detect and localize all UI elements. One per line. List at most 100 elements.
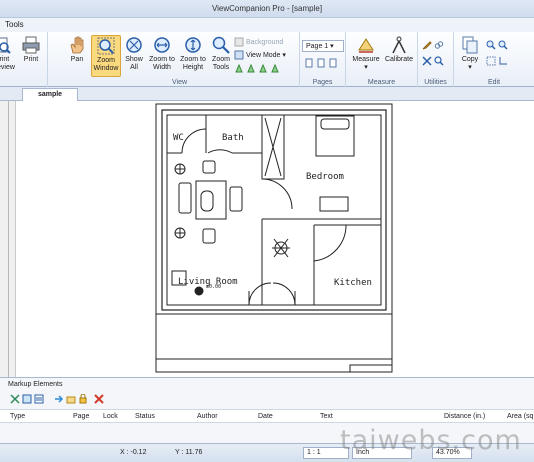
title-bar: ViewCompanion Pro - [sample] bbox=[0, 0, 534, 18]
markup-tools-icon[interactable] bbox=[10, 394, 20, 404]
zoom-window-icon bbox=[97, 37, 115, 55]
column-lock[interactable]: Lock bbox=[103, 413, 118, 420]
column-author[interactable]: Author bbox=[197, 413, 218, 420]
markup-delete-icon[interactable] bbox=[94, 394, 104, 404]
room-label-bath: Bath bbox=[222, 133, 244, 143]
chair-top bbox=[202, 160, 216, 174]
pan-button[interactable]: Pan bbox=[64, 35, 90, 64]
zoom-tools-button[interactable]: Zoom Tools bbox=[209, 35, 233, 72]
x-coordinate: X : -0.12 bbox=[120, 449, 147, 456]
print-preview-label: Print Preview bbox=[0, 56, 15, 71]
sofa-left bbox=[178, 182, 192, 214]
column-page[interactable]: Page bbox=[73, 413, 89, 420]
edit-row-1 bbox=[486, 40, 508, 50]
column-area[interactable]: Area (sq bbox=[507, 413, 533, 420]
page-select[interactable]: Page 1 ▾ bbox=[302, 40, 344, 52]
flip-icon[interactable] bbox=[258, 63, 268, 73]
zoom-out-icon[interactable] bbox=[498, 40, 508, 50]
compare-icon[interactable] bbox=[422, 56, 432, 66]
zoom-window-label: Zoom Window bbox=[93, 57, 119, 72]
column-status[interactable]: Status bbox=[135, 413, 155, 420]
view-group-label: View bbox=[171, 79, 188, 86]
document-area: sample WC Bath Bedroom Living Room Kitch… bbox=[0, 87, 534, 377]
utilities-row-2 bbox=[422, 56, 444, 66]
hand-icon bbox=[70, 36, 84, 54]
copy-button[interactable]: Copy ▾ bbox=[456, 35, 484, 72]
show-all-button[interactable]: Show All bbox=[122, 35, 146, 72]
edit-row-2 bbox=[486, 56, 508, 66]
armchair bbox=[229, 186, 243, 212]
title-block bbox=[349, 364, 393, 373]
copy-icon bbox=[462, 36, 478, 54]
crop-icon[interactable] bbox=[498, 56, 508, 66]
markup-table-header: Type Page Lock Status Author Date Text D… bbox=[0, 409, 534, 423]
window-title: ViewCompanion Pro - [sample] bbox=[211, 4, 323, 13]
utilities-group-label: Utilities bbox=[424, 79, 447, 86]
table-top bbox=[200, 190, 214, 212]
document-tab-sample[interactable]: sample bbox=[22, 88, 78, 101]
next-page-icon[interactable] bbox=[316, 58, 326, 68]
calibrate-label: Calibrate bbox=[384, 56, 413, 63]
print-button[interactable]: Print bbox=[18, 35, 44, 64]
pages-group: Page 1 ▾ Pages bbox=[300, 32, 346, 87]
search-icon[interactable] bbox=[434, 56, 444, 66]
mirror-icon[interactable] bbox=[270, 63, 280, 73]
rotate-right-icon[interactable] bbox=[246, 63, 256, 73]
menu-tab-tools[interactable]: Tools bbox=[5, 20, 24, 29]
first-page-icon[interactable] bbox=[304, 58, 314, 68]
print-label: Print bbox=[23, 56, 39, 63]
zoom-to-height-button[interactable]: Zoom to Height bbox=[178, 35, 208, 72]
pan-label: Pan bbox=[70, 56, 84, 63]
bath-door bbox=[207, 149, 233, 154]
pencil-icon[interactable] bbox=[422, 40, 432, 50]
rotate-left-icon[interactable] bbox=[234, 63, 244, 73]
utilities-row-1 bbox=[422, 40, 444, 50]
ribbon: Print Preview Print Pan Zoom Window Show… bbox=[0, 32, 534, 87]
zoom-height-icon bbox=[185, 37, 201, 53]
background-icon bbox=[234, 37, 244, 47]
zoom-window-button[interactable]: Zoom Window bbox=[91, 35, 121, 77]
view-group: Pan Zoom Window Show All Zoom to Width Z… bbox=[60, 32, 300, 87]
column-text[interactable]: Text bbox=[320, 413, 333, 420]
entrance-door-left bbox=[248, 282, 272, 306]
rotate-tools bbox=[234, 63, 280, 73]
utilities-group: Utilities bbox=[418, 32, 454, 87]
markup-table-icon[interactable] bbox=[22, 394, 32, 404]
measure-label: Measure bbox=[352, 56, 380, 63]
zoom-to-width-button[interactable]: Zoom to Width bbox=[147, 35, 177, 72]
edit-group-label: Edit bbox=[487, 79, 501, 86]
measure-group: Measure ▾ Calibrate Measure bbox=[346, 32, 418, 87]
bedroom-door bbox=[261, 178, 293, 210]
markup-export-icon[interactable] bbox=[54, 394, 64, 404]
last-page-icon[interactable] bbox=[328, 58, 338, 68]
document-tabs: sample bbox=[0, 87, 534, 101]
zoom-to-height-label: Zoom to Height bbox=[180, 56, 206, 71]
select-icon[interactable] bbox=[486, 56, 496, 66]
column-distance[interactable]: Distance (in.) bbox=[444, 413, 485, 420]
room-label-kitchen: Kitchen bbox=[334, 278, 372, 288]
magnifier-icon bbox=[212, 36, 230, 54]
calibrate-button[interactable]: Calibrate bbox=[383, 35, 415, 64]
view-mode-label: View Mode bbox=[245, 51, 281, 59]
markup-lock-icon[interactable] bbox=[78, 394, 88, 404]
print-group: Print Preview Print bbox=[0, 32, 48, 87]
background-button[interactable]: Background bbox=[234, 37, 283, 47]
column-type[interactable]: Type bbox=[10, 413, 25, 420]
markup-list-icon[interactable] bbox=[34, 394, 44, 404]
measure-group-label: Measure bbox=[367, 79, 396, 86]
document-tab-label: sample bbox=[37, 91, 63, 98]
bed bbox=[315, 115, 355, 157]
copy-label: Copy bbox=[461, 56, 479, 63]
markup-import-icon[interactable] bbox=[66, 394, 76, 404]
column-date[interactable]: Date bbox=[258, 413, 273, 420]
measure-button[interactable]: Measure ▾ bbox=[350, 35, 382, 72]
pages-group-label: Pages bbox=[312, 79, 333, 86]
print-preview-button[interactable]: Print Preview bbox=[0, 35, 15, 72]
link-icon[interactable] bbox=[434, 40, 444, 50]
watermark-text: taiwebs.com bbox=[340, 425, 522, 456]
zoom-width-icon bbox=[154, 37, 170, 53]
zoom-in-icon[interactable] bbox=[486, 40, 496, 50]
drawing-canvas[interactable]: WC Bath Bedroom Living Room Kitchen ±0.0… bbox=[16, 101, 534, 377]
background-label: Background bbox=[245, 38, 284, 46]
view-mode-button[interactable]: View Mode ▾ bbox=[234, 50, 286, 60]
